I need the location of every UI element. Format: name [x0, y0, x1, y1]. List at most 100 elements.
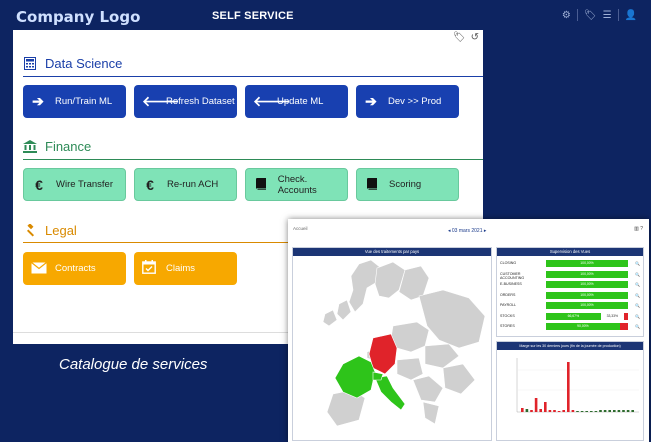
button-label: Dev >> Prod	[388, 96, 442, 107]
dashboard-icons: ▥ ?	[634, 226, 643, 232]
views-supervision-row[interactable]: CUSTOMER ACCOUNTING 100,00% 🔍	[500, 270, 640, 280]
view-name: CLOSING	[500, 261, 517, 265]
arrow-left-icon: 🡐	[142, 93, 180, 109]
section-label: Finance	[45, 139, 92, 154]
view-name: PAYROLL	[500, 303, 517, 307]
margin-bar	[580, 411, 584, 412]
margin-chart-panel: Marge sur les 30 derniers jours (fin de …	[496, 341, 644, 441]
date-label: 03 mars 2021	[451, 228, 483, 234]
views-supervision-row[interactable]: E-BUSINESS 100,00% 🔍	[500, 281, 640, 288]
company-logo[interactable]: Company Logo	[16, 8, 140, 26]
button-label: Wire Transfer	[56, 179, 114, 190]
button-label: Scoring	[389, 179, 422, 190]
margin-bar	[553, 410, 556, 412]
view-progress-bar: 100,00%	[546, 291, 628, 299]
europe-map[interactable]	[293, 256, 491, 440]
map-country-france[interactable]	[334, 355, 376, 399]
views-supervision-row[interactable]: CLOSING 100,00% 🔍	[500, 260, 640, 267]
views-supervision-row[interactable]: ORDERS 100,00% 🔍	[500, 291, 640, 299]
button-label: Re-run ACH	[167, 179, 219, 190]
margin-bar	[603, 410, 607, 412]
views-supervision-row[interactable]: STORES 90,00% 🔍	[500, 323, 640, 330]
button-label: Update ML	[277, 96, 324, 107]
view-progress-bar: 90,00%	[546, 323, 620, 330]
gear-icon[interactable]: ⚙	[562, 10, 571, 21]
chart-icon[interactable]: ▥	[634, 226, 639, 232]
margin-bar	[590, 411, 593, 412]
map-country-switzerland[interactable]	[372, 371, 384, 381]
dashboard-screenshot: Accueil ◂ 03 mars 2021 ▸ ▥ ? Vue des tra…	[288, 219, 649, 442]
arrow-right-icon: ➔	[365, 93, 377, 109]
user-icon[interactable]: 👤	[625, 10, 637, 21]
section-title-finance: Finance	[23, 139, 91, 154]
margin-bar	[608, 410, 611, 412]
breadcrumb[interactable]: Accueil	[293, 226, 308, 231]
help-icon[interactable]: ?	[640, 226, 643, 232]
button-label: Check. Accounts	[277, 173, 317, 196]
divider	[23, 159, 483, 160]
view-progress-remainder	[619, 323, 628, 330]
search-icon[interactable]: 🔍	[635, 314, 640, 319]
search-icon[interactable]: 🔍	[635, 261, 640, 266]
margin-bar	[544, 402, 547, 412]
euro-icon: €	[146, 176, 154, 193]
book-icon	[365, 177, 379, 193]
contracts-button[interactable]: Contracts	[23, 252, 126, 285]
search-icon[interactable]: 🔍	[635, 293, 640, 298]
section-title-legal: Legal	[23, 223, 77, 238]
margin-bar	[631, 410, 634, 412]
margin-bar	[534, 398, 538, 412]
margin-bar	[594, 411, 598, 412]
top-icons: ⚙ 🏷 ☰ 👤	[562, 9, 637, 21]
tag-icon[interactable]: 🏷	[453, 32, 466, 43]
update-ml-button[interactable]: 🡐 Update ML	[245, 85, 348, 118]
view-name: ORDERS	[500, 292, 516, 297]
button-label: Run/Train ML	[55, 96, 113, 107]
claims-button[interactable]: Claims	[134, 252, 237, 285]
margin-bar-chart	[516, 358, 639, 413]
margin-bar	[585, 411, 588, 412]
calculator-icon	[23, 57, 37, 71]
map-title: Vue des traitements par pays	[293, 248, 491, 256]
margin-bar	[571, 410, 575, 412]
map-country-italy[interactable]	[374, 375, 406, 411]
margin-bar	[521, 408, 524, 412]
margin-bar	[539, 409, 542, 412]
dashboard-header: Accueil ◂ 03 mars 2021 ▸ ▥ ?	[288, 219, 649, 244]
check-accounts-button[interactable]: Check. Accounts	[245, 168, 348, 201]
tags-icon[interactable]: 🏷	[584, 10, 597, 21]
list-icon[interactable]: ☰	[603, 10, 612, 21]
margin-bar	[557, 411, 561, 412]
margin-chart-title: Marge sur les 30 derniers jours (fin de …	[497, 342, 643, 350]
search-icon[interactable]: 🔍	[635, 324, 640, 329]
margin-bar	[548, 410, 552, 412]
margin-bar	[626, 410, 630, 412]
dev-to-prod-button[interactable]: ➔ Dev >> Prod	[356, 85, 459, 118]
arrow-left-icon: 🡐	[253, 93, 291, 109]
views-supervision-title: Supervision des Vues	[497, 248, 643, 256]
search-icon[interactable]: 🔍	[635, 303, 640, 308]
run-train-ml-button[interactable]: ➔ Run/Train ML	[23, 85, 126, 118]
views-supervision-row[interactable]: PAYROLL 100,00% 🔍	[500, 302, 640, 309]
search-icon[interactable]: 🔍	[635, 282, 640, 287]
date-selector[interactable]: ◂ 03 mars 2021 ▸	[448, 228, 486, 234]
search-icon[interactable]: 🔍	[635, 272, 640, 277]
margin-bar	[617, 410, 621, 412]
map-panel: Vue des traitements par pays	[292, 247, 492, 441]
scoring-button[interactable]: Scoring	[356, 168, 459, 201]
top-bar: Company Logo SELF SERVICE ⚙ 🏷 ☰ 👤	[0, 0, 651, 30]
margin-bar	[613, 410, 616, 412]
book-icon	[254, 177, 268, 193]
rerun-ach-button[interactable]: € Re-run ACH	[134, 168, 237, 201]
panel-tools: 🏷 ↺	[453, 32, 479, 43]
history-icon[interactable]: ↺	[471, 32, 479, 43]
view-name: STOCKS	[500, 313, 515, 318]
calendar-check-icon	[142, 260, 156, 277]
margin-bar	[562, 410, 565, 412]
divider	[576, 9, 578, 21]
wire-transfer-button[interactable]: € Wire Transfer	[23, 168, 126, 201]
refresh-dataset-button[interactable]: 🡐 Refresh Dataset	[134, 85, 237, 118]
views-supervision-row[interactable]: STOCKS 66,67% 33,33% 🔍	[500, 312, 640, 320]
margin-bar	[525, 409, 529, 412]
button-label: Refresh Dataset	[166, 96, 235, 107]
